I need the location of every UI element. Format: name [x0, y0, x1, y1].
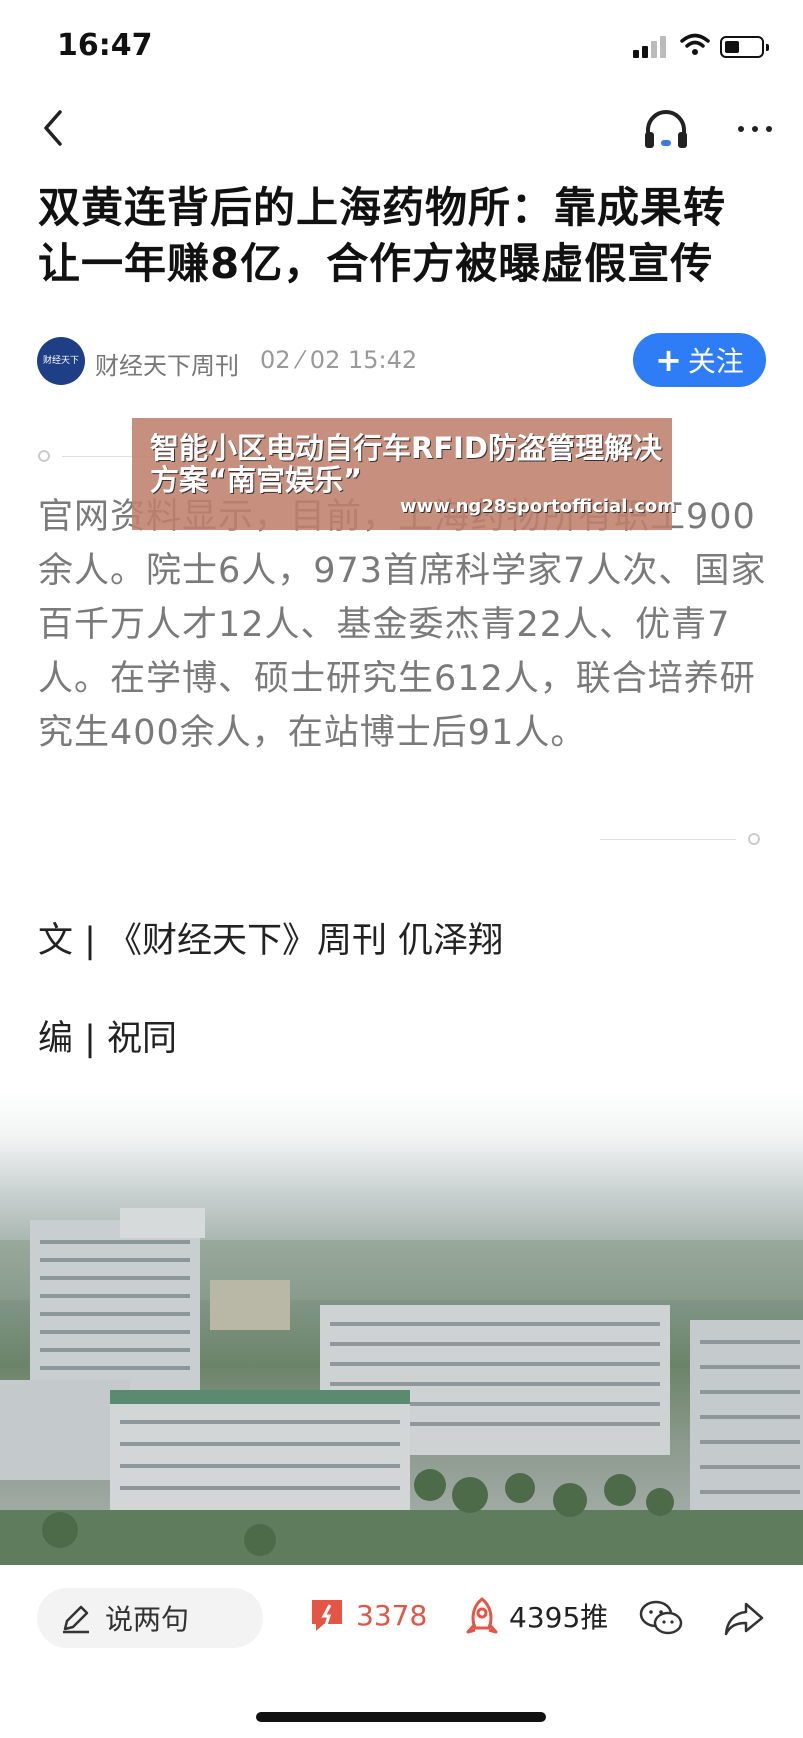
author-avatar-text: 财经天下	[42, 356, 79, 366]
overlay-ad-text: 智能小区电动自行车RFID防盗管理解决方案“南宫娱乐”	[150, 431, 663, 497]
battery-icon	[720, 36, 769, 58]
article-body-quote: 官网资料显示，目前，上海药物所有职工900余人。院士6人，973首席科学家7人次…	[38, 497, 767, 753]
comment-count: 3378	[356, 1598, 428, 1632]
quote-end-dot	[748, 833, 760, 845]
comment-input[interactable]: 说两句	[37, 1588, 263, 1648]
cellular-signal-icon	[633, 36, 671, 58]
rocket-icon	[466, 1597, 498, 1634]
share-arrow-icon[interactable]	[722, 1598, 766, 1638]
credit-writer: 文 | 《财经天下》周刊 仉泽翔	[38, 921, 504, 961]
campus-buildings-illustration	[0, 1208, 803, 1565]
push-button[interactable]: 4395推	[463, 1596, 608, 1636]
comment-placeholder: 说两句	[105, 1603, 190, 1636]
quote-end-line	[600, 839, 736, 840]
wifi-icon	[680, 33, 710, 55]
article-title: 双黄连背后的上海药物所：靠成果转让一年赚8亿，合作方被曝虚假宣传	[38, 183, 727, 288]
plus-icon: +	[655, 341, 682, 379]
quote-start-dot	[38, 450, 50, 462]
push-count: 4395推	[509, 1601, 609, 1634]
article-photo[interactable]	[0, 1090, 803, 1565]
home-indicator	[256, 1712, 546, 1722]
post-time: 02 ⁄ 02 15:42	[260, 346, 418, 374]
headphone-icon[interactable]	[642, 106, 690, 152]
back-chevron-icon[interactable]	[38, 108, 68, 148]
credit-editor: 编 | 祝同	[38, 1019, 178, 1059]
wechat-share-icon[interactable]	[638, 1598, 684, 1638]
pencil-icon	[63, 1605, 89, 1634]
comment-bubble-icon	[312, 1600, 342, 1631]
overlay-ad-url: www.ng28sportofficial.com	[400, 496, 676, 517]
author-avatar[interactable]: 财经天下	[37, 337, 85, 385]
comment-count-button[interactable]: 3378	[308, 1596, 427, 1634]
follow-button[interactable]: + 关注	[633, 333, 766, 387]
author-name[interactable]: 财经天下周刊	[95, 346, 239, 381]
status-time: 16:47	[57, 28, 153, 63]
more-icon[interactable]	[735, 120, 775, 138]
follow-label: 关注	[687, 345, 744, 378]
